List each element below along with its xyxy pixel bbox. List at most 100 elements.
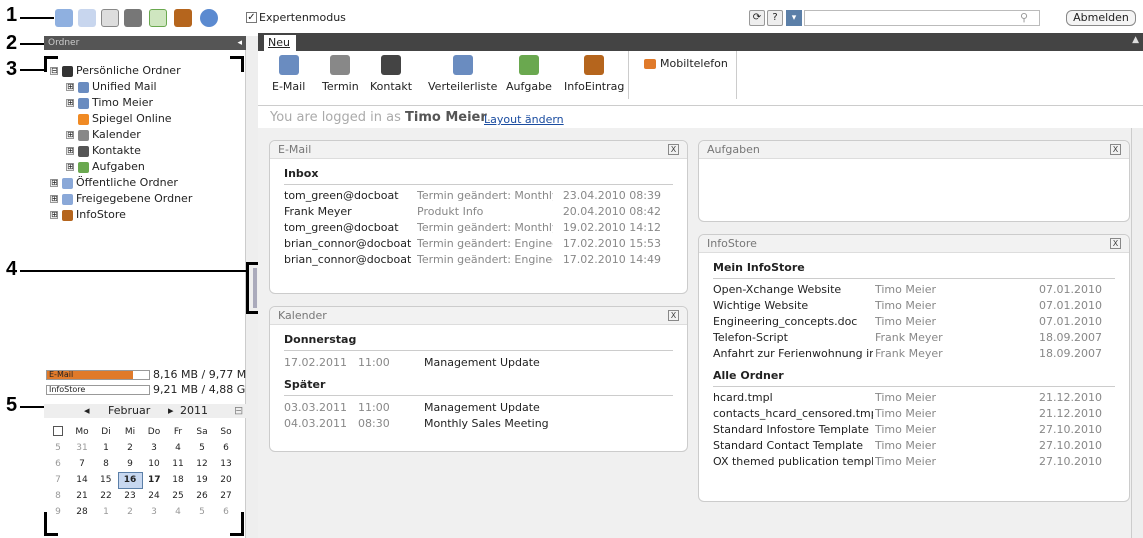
folder-tree-item[interactable]: ⊞ Kalender: [66, 128, 141, 141]
calendar-day[interactable]: 15: [94, 472, 118, 488]
portal-scrollbar[interactable]: [1131, 128, 1143, 538]
email-widget-header[interactable]: E-Mail X: [270, 141, 687, 159]
refresh-button[interactable]: ⟳: [749, 10, 765, 26]
calendar-day[interactable]: 2: [118, 440, 142, 456]
email-row[interactable]: brian_connor@docboat Termin geändert: Eng…: [284, 235, 673, 251]
infostore-row[interactable]: hcard.tmpl Timo Meier 21.12.2010: [713, 389, 1115, 405]
calendar-day[interactable]: 7: [70, 456, 94, 472]
email-row[interactable]: Frank Meyer Produkt Info 20.04.2010 08:42: [284, 203, 673, 219]
splitter-handle[interactable]: [253, 268, 257, 308]
close-calendar-widget-button[interactable]: X: [668, 310, 679, 321]
calendar-day[interactable]: 2: [118, 504, 142, 520]
email-row[interactable]: tom_green@docboat Termin geändert: Monthl…: [284, 219, 673, 235]
calendar-year[interactable]: 2011: [180, 404, 208, 417]
infostore-row[interactable]: Engineering_concepts.doc Timo Meier 07.01.…: [713, 313, 1115, 329]
calendar-day[interactable]: 3: [142, 440, 166, 456]
email-row[interactable]: tom_green@docboat Termin geändert: Monthl…: [284, 187, 673, 203]
new-kontakt-button[interactable]: Kontakt: [370, 55, 412, 93]
calendar-day[interactable]: 11: [166, 456, 190, 472]
week-number[interactable]: 8: [46, 488, 70, 504]
expand-icon[interactable]: ⊞: [66, 131, 74, 139]
infostore-row[interactable]: Telefon-Script Frank Meyer 18.09.2007: [713, 329, 1115, 345]
calendar-day[interactable]: 8: [94, 456, 118, 472]
expand-icon[interactable]: ⊞: [66, 147, 74, 155]
infostore-row[interactable]: Standard Contact Template Timo Meier 27.10…: [713, 437, 1115, 453]
calendar-day[interactable]: 5: [190, 504, 214, 520]
folder-tree-item[interactable]: ⊞ Aufgaben: [66, 160, 145, 173]
close-tasks-widget-button[interactable]: X: [1110, 144, 1121, 155]
calendar-day[interactable]: 3: [142, 504, 166, 520]
folder-tree-item[interactable]: ⊞ Unified Mail: [66, 80, 157, 93]
folder-tree-item[interactable]: Spiegel Online: [66, 112, 172, 125]
tab-neu[interactable]: Neu: [264, 35, 296, 51]
calendar-day[interactable]: 27: [214, 488, 238, 504]
new-verteilerliste-button[interactable]: Verteilerliste: [428, 55, 497, 93]
contacts-icon[interactable]: [124, 9, 142, 27]
mail-icon[interactable]: [78, 9, 96, 27]
calendar-day[interactable]: 19: [190, 472, 214, 488]
appointment-row[interactable]: 17.02.2011 11:00 Management Update: [284, 354, 673, 370]
infostore-row[interactable]: Standard Infostore Template Timo Meier 27.…: [713, 421, 1115, 437]
calendar-month[interactable]: Februar: [108, 404, 150, 417]
calendar-day[interactable]: 6: [214, 440, 238, 456]
new-infoeintrag-button[interactable]: InfoEintrag: [564, 55, 624, 93]
week-number[interactable]: 6: [46, 456, 70, 472]
calendar-widget-header[interactable]: Kalender X: [270, 307, 687, 325]
appointment-row[interactable]: 03.03.2011 11:00 Management Update: [284, 399, 673, 415]
calendar-day[interactable]: 9: [118, 456, 142, 472]
calendar-day[interactable]: 28: [70, 504, 94, 520]
calendar-day[interactable]: 1: [94, 440, 118, 456]
search-icon[interactable]: ⚲: [1020, 11, 1028, 24]
calendar-day[interactable]: 26: [190, 488, 214, 504]
folder-tree-item[interactable]: ⊞ Freigegebene Ordner: [50, 192, 192, 205]
tasks-widget-header[interactable]: Aufgaben X: [699, 141, 1129, 159]
infostore-icon[interactable]: [174, 9, 192, 27]
home-icon[interactable]: [55, 9, 73, 27]
folder-tree-item[interactable]: ⊞ InfoStore: [50, 208, 126, 221]
expand-icon[interactable]: ⊞: [50, 195, 58, 203]
calendar-day[interactable]: 31: [70, 440, 94, 456]
mobile-phone-button[interactable]: Mobiltelefon: [644, 57, 728, 70]
folder-tree-item[interactable]: ⊟ Persönliche Ordner: [50, 64, 181, 77]
search-input[interactable]: [804, 10, 1040, 26]
calendar-day[interactable]: 23: [118, 488, 142, 504]
close-calendar-icon[interactable]: ⊟: [234, 404, 243, 417]
infostore-widget-header[interactable]: InfoStore X: [699, 235, 1129, 253]
calendar-day[interactable]: 18: [166, 472, 190, 488]
calendar-day[interactable]: 22: [94, 488, 118, 504]
prev-month-icon[interactable]: ◂: [84, 404, 90, 417]
help-button[interactable]: ?: [767, 10, 783, 26]
expand-icon[interactable]: ⊞: [66, 83, 74, 91]
calendar-day[interactable]: 12: [190, 456, 214, 472]
infostore-row[interactable]: Open-Xchange Website Timo Meier 07.01.2010: [713, 281, 1115, 297]
week-view-icon[interactable]: [53, 425, 63, 436]
calendar-day[interactable]: 5: [190, 440, 214, 456]
calendar-day[interactable]: 4: [166, 504, 190, 520]
calendar-day[interactable]: 24: [142, 488, 166, 504]
expand-icon[interactable]: ⊞: [66, 99, 74, 107]
next-month-icon[interactable]: ▸: [168, 404, 174, 417]
infostore-row[interactable]: Wichtige Website Timo Meier 07.01.2010: [713, 297, 1115, 313]
calendar-day[interactable]: 10: [142, 456, 166, 472]
folder-tree-item[interactable]: ⊞ Timo Meier: [66, 96, 153, 109]
infostore-row[interactable]: contacts_hcard_censored.tmpl Timo Meier 21…: [713, 405, 1115, 421]
email-row[interactable]: brian_connor@docboat Termin geändert: Eng…: [284, 251, 673, 267]
calendar-day[interactable]: 21: [70, 488, 94, 504]
close-email-widget-button[interactable]: X: [668, 144, 679, 155]
calendar-day[interactable]: 4: [166, 440, 190, 456]
appointment-row[interactable]: 04.03.2011 08:30 Monthly Sales Meeting: [284, 415, 673, 431]
calendar-day[interactable]: 17: [142, 472, 166, 488]
infostore-row[interactable]: OX themed publication templateTimo Meier…: [713, 453, 1115, 469]
settings-icon[interactable]: [200, 9, 218, 27]
new-termin-button[interactable]: Termin: [322, 55, 359, 93]
expert-mode-checkbox[interactable]: ✓: [246, 12, 257, 23]
calendar-day[interactable]: 13: [214, 456, 238, 472]
search-scope-dropdown[interactable]: ▾: [786, 10, 802, 26]
close-infostore-widget-button[interactable]: X: [1110, 238, 1121, 249]
calendar-day[interactable]: 16: [117, 471, 143, 489]
calendar-day[interactable]: 14: [70, 472, 94, 488]
calendar-day[interactable]: 1: [94, 504, 118, 520]
calendar-day[interactable]: 25: [166, 488, 190, 504]
tasks-icon[interactable]: [149, 9, 167, 27]
expand-icon[interactable]: ⊞: [50, 179, 58, 187]
